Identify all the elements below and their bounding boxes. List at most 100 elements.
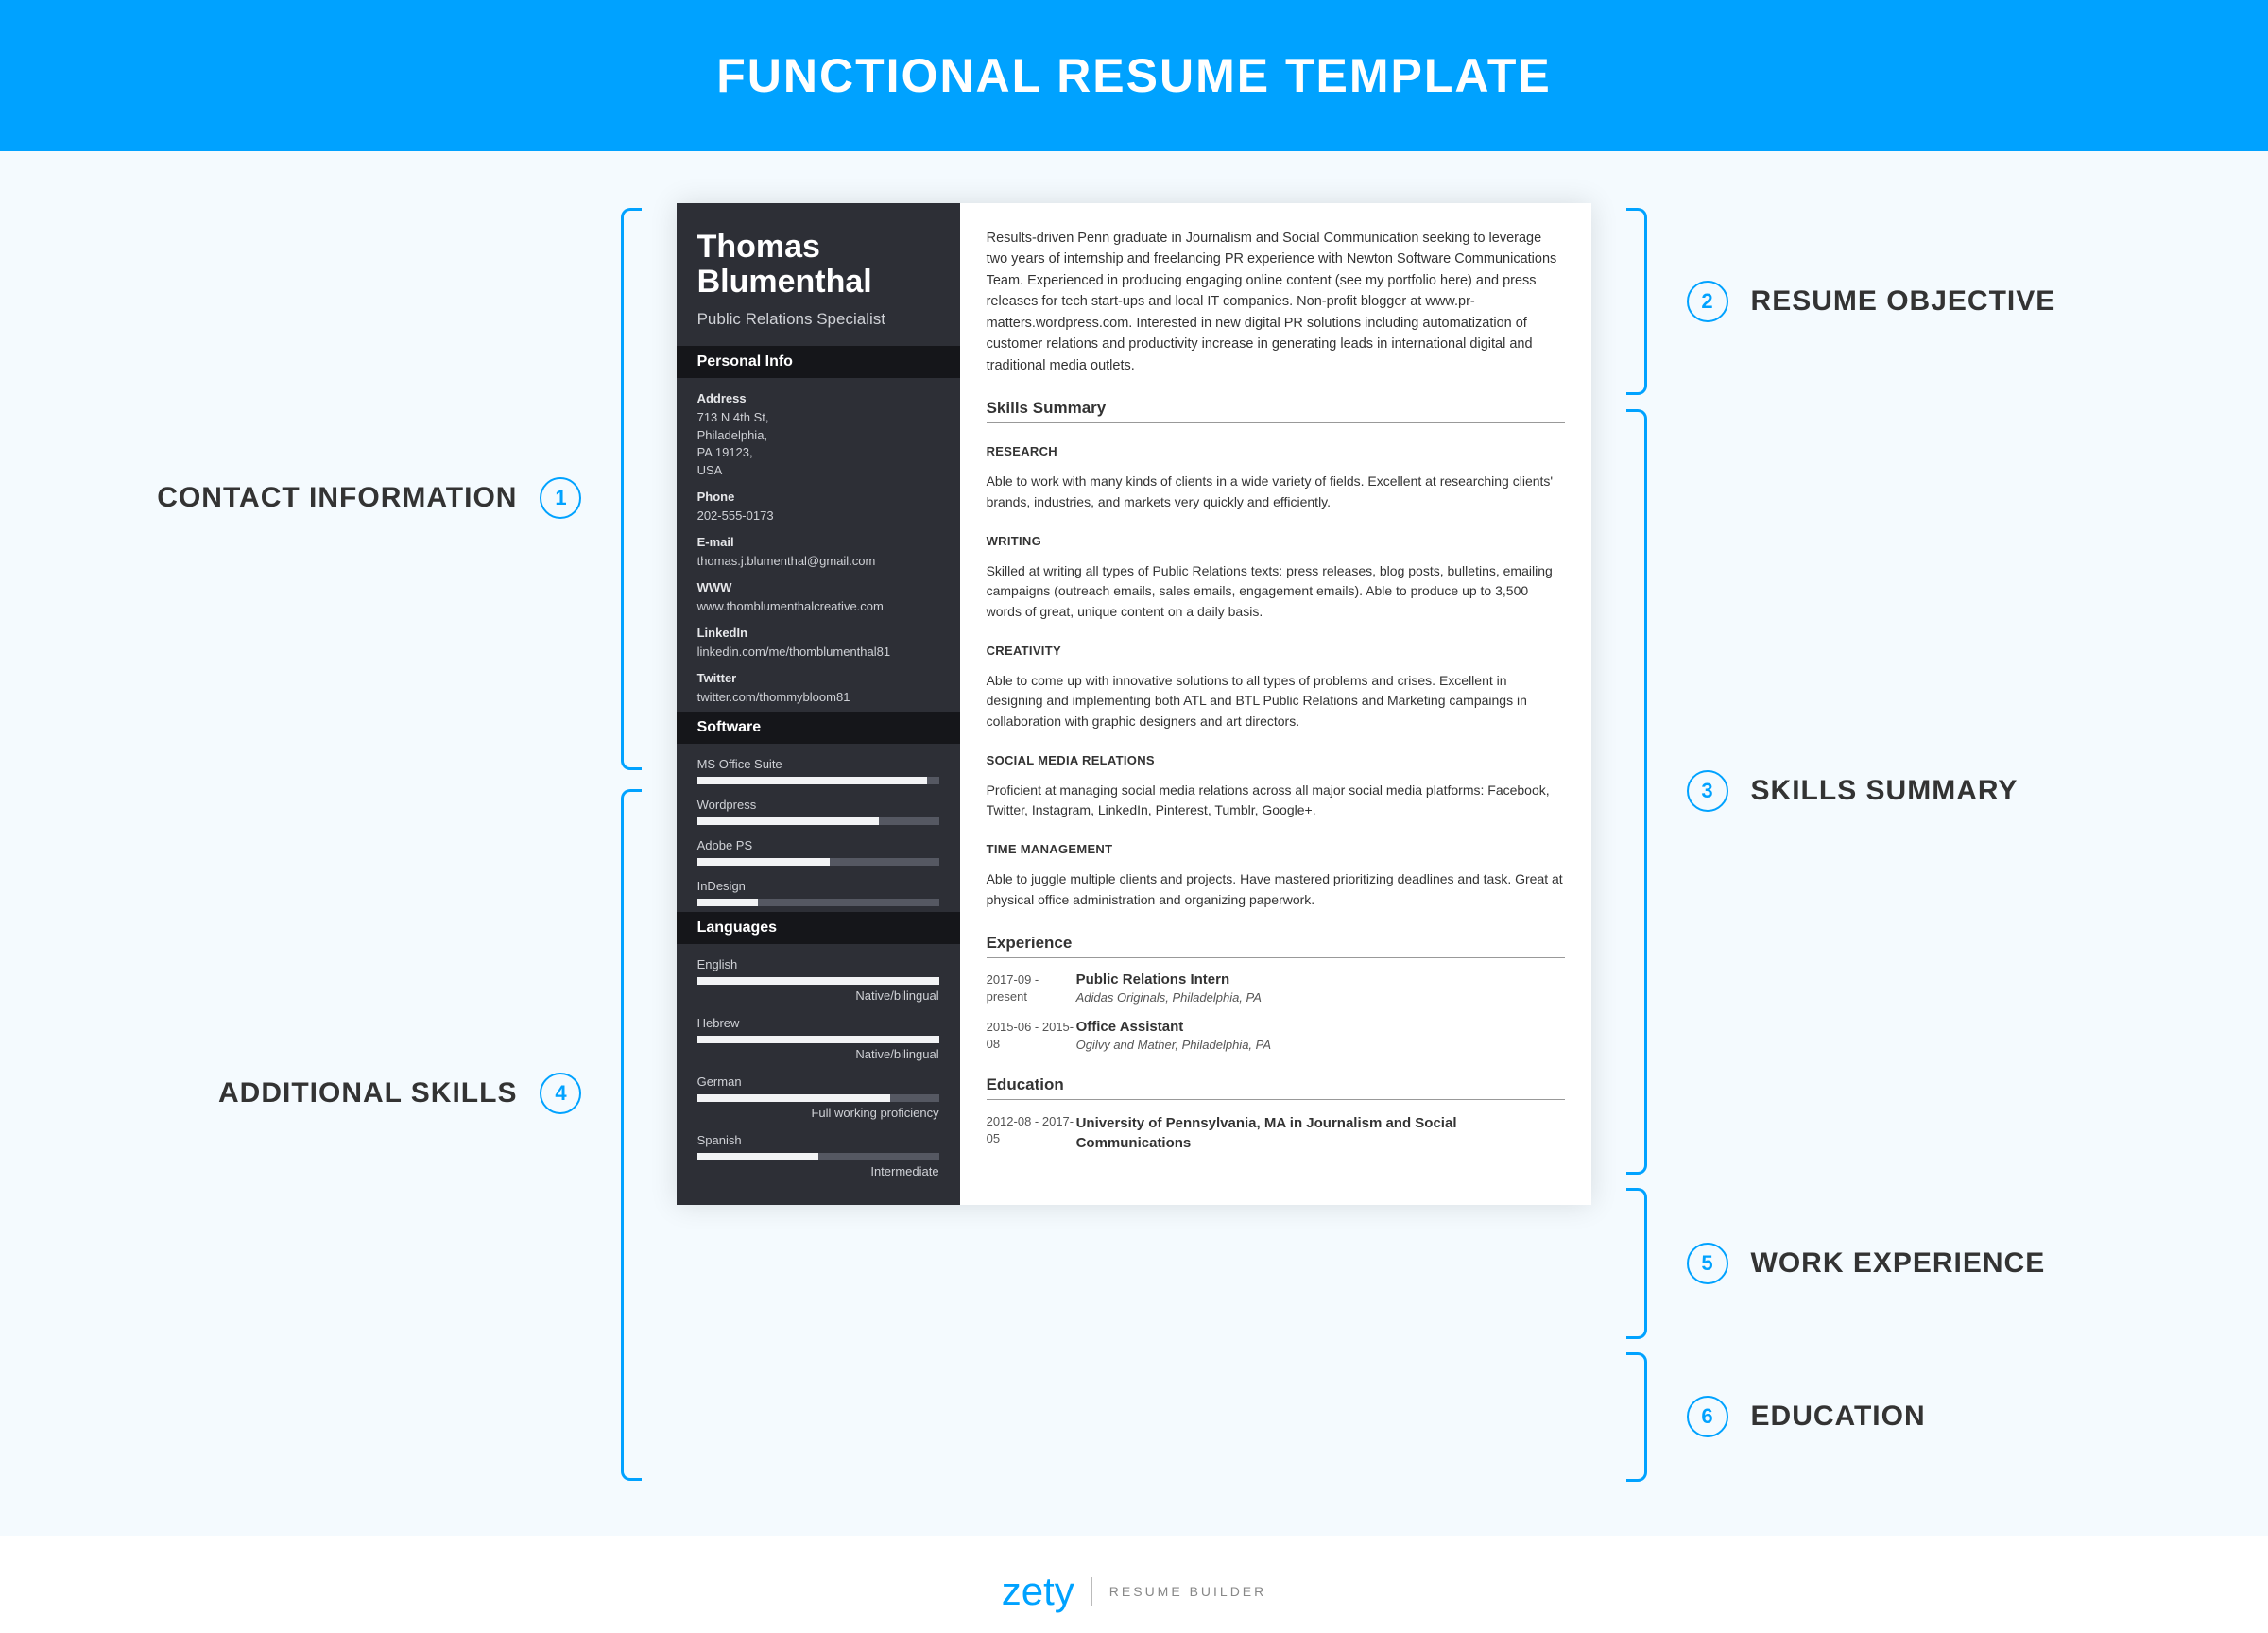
contact-label: E-mail (697, 535, 939, 549)
software-name: InDesign (697, 879, 939, 893)
resume-card: Thomas Blumenthal Public Relations Speci… (677, 203, 1592, 1205)
skill-title: SOCIAL MEDIA RELATIONS (987, 753, 1566, 767)
callout-objective: 2 RESUME OBJECTIVE (1664, 281, 2056, 322)
skill-title: CREATIVITY (987, 644, 1566, 658)
skills-list: RESEARCH Able to work with many kinds of … (987, 444, 1566, 910)
experience-title: Experience (987, 934, 1566, 958)
footer: zety RESUME BUILDER (0, 1569, 2268, 1614)
skill-body: Able to come up with innovative solution… (987, 671, 1566, 732)
skill-body: Able to work with many kinds of clients … (987, 472, 1566, 512)
software-name: Wordpress (697, 798, 939, 812)
skillbar-fill (697, 858, 831, 866)
contact-header: Personal Info (677, 346, 960, 378)
skillbar-fill (697, 1036, 939, 1043)
software-item: Wordpress (697, 798, 939, 825)
education-item: 2012-08 - 2017-05 University of Pennsylv… (987, 1113, 1566, 1153)
software-item: Adobe PS (697, 838, 939, 866)
zety-tagline: RESUME BUILDER (1109, 1584, 1266, 1599)
contact-value: 713 N 4th St,Philadelphia,PA 19123,USA (697, 409, 939, 480)
callout-number: 5 (1687, 1243, 1728, 1284)
experience-item: 2017-09 - present Public Relations Inter… (987, 971, 1566, 1006)
contact-list: Address 713 N 4th St,Philadelphia,PA 1912… (697, 391, 939, 707)
layout: CONTACT INFORMATION 1 ADDITIONAL SKILLS … (236, 203, 2032, 1488)
language-level: Full working proficiency (697, 1106, 939, 1120)
right-labels: 2 RESUME OBJECTIVE 3 SKILLS SUMMARY 5 WO… (1647, 203, 2032, 1488)
callout-education: 6 EDUCATION (1664, 1396, 1926, 1437)
language-item: German Full working proficiency (697, 1074, 939, 1120)
languages-list: English Native/bilingualHebrew Native/bi… (697, 957, 939, 1178)
skillbar-track (697, 977, 939, 985)
contact-value: www.thomblumenthalcreative.com (697, 598, 939, 616)
callout-experience: 5 WORK EXPERIENCE (1664, 1243, 2046, 1284)
skillbar-track (697, 777, 939, 784)
skill-title: RESEARCH (987, 444, 1566, 458)
skillbar-track (697, 1036, 939, 1043)
language-level: Native/bilingual (697, 1047, 939, 1061)
skills-summary-title: Skills Summary (987, 399, 1566, 423)
education-list: 2012-08 - 2017-05 University of Pennsylv… (987, 1113, 1566, 1153)
contact-value: linkedin.com/me/thomblumenthal81 (697, 644, 939, 662)
experience-list: 2017-09 - present Public Relations Inter… (987, 971, 1566, 1054)
experience-dates: 2015-06 - 2015-08 (987, 1019, 1076, 1053)
skillbar-track (697, 899, 939, 906)
header-banner: FUNCTIONAL RESUME TEMPLATE (0, 0, 2268, 151)
contact-value: twitter.com/thommybloom81 (697, 689, 939, 707)
education-title: Education (987, 1075, 1566, 1100)
skillbar-track (697, 1094, 939, 1102)
contact-label: WWW (697, 580, 939, 594)
language-name: English (697, 957, 939, 971)
language-name: Hebrew (697, 1016, 939, 1030)
education-title-text: University of Pennsylvania, MA in Journa… (1076, 1113, 1566, 1153)
skillbar-track (697, 1153, 939, 1160)
language-item: Hebrew Native/bilingual (697, 1016, 939, 1061)
callout-skills-summary: 3 SKILLS SUMMARY (1664, 770, 2019, 812)
language-name: German (697, 1074, 939, 1089)
contact-label: LinkedIn (697, 626, 939, 640)
education-dates: 2012-08 - 2017-05 (987, 1113, 1076, 1153)
experience-subtitle: Adidas Originals, Philadelphia, PA (1076, 990, 1566, 1005)
contact-label: Address (697, 391, 939, 405)
language-name: Spanish (697, 1133, 939, 1147)
skillbar-fill (697, 777, 927, 784)
callout-number: 3 (1687, 770, 1728, 812)
skillbar-fill (697, 977, 939, 985)
experience-subtitle: Ogilvy and Mather, Philadelphia, PA (1076, 1038, 1566, 1052)
skill-body: Skilled at writing all types of Public R… (987, 561, 1566, 623)
right-brackets (1591, 203, 1646, 1488)
contact-value: thomas.j.blumenthal@gmail.com (697, 553, 939, 571)
experience-title-text: Office Assistant (1076, 1019, 1566, 1035)
software-item: InDesign (697, 879, 939, 906)
language-item: English Native/bilingual (697, 957, 939, 1003)
skill-title: WRITING (987, 534, 1566, 548)
software-item: MS Office Suite (697, 757, 939, 784)
skillbar-fill (697, 1153, 818, 1160)
contact-value: 202-555-0173 (697, 507, 939, 525)
resume-jobtitle: Public Relations Specialist (697, 310, 939, 329)
callout-number: 6 (1687, 1396, 1728, 1437)
skillbar-fill (697, 817, 879, 825)
callout-number: 1 (540, 477, 581, 519)
skill-body: Proficient at managing social media rela… (987, 781, 1566, 821)
software-list: MS Office Suite Wordpress Adobe PS InDes… (697, 757, 939, 906)
callout-additional-skills: ADDITIONAL SKILLS 4 (218, 1073, 604, 1114)
resume-name: Thomas Blumenthal (697, 230, 939, 301)
skillbar-track (697, 858, 939, 866)
skillbar-track (697, 817, 939, 825)
software-name: Adobe PS (697, 838, 939, 852)
contact-label: Twitter (697, 671, 939, 685)
left-brackets (621, 203, 676, 1488)
left-labels: CONTACT INFORMATION 1 ADDITIONAL SKILLS … (236, 203, 621, 1488)
software-name: MS Office Suite (697, 757, 939, 771)
language-level: Intermediate (697, 1164, 939, 1178)
experience-dates: 2017-09 - present (987, 971, 1076, 1006)
resume-objective: Results-driven Penn graduate in Journali… (987, 228, 1566, 376)
resume-sidebar: Thomas Blumenthal Public Relations Speci… (677, 203, 960, 1205)
resume-main: Results-driven Penn graduate in Journali… (960, 203, 1592, 1205)
skill-title: TIME MANAGEMENT (987, 842, 1566, 856)
callout-number: 4 (540, 1073, 581, 1114)
zety-logo: zety (1002, 1569, 1074, 1614)
skill-body: Able to juggle multiple clients and proj… (987, 869, 1566, 910)
footer-separator (1091, 1577, 1092, 1606)
languages-header: Languages (677, 912, 960, 944)
language-item: Spanish Intermediate (697, 1133, 939, 1178)
